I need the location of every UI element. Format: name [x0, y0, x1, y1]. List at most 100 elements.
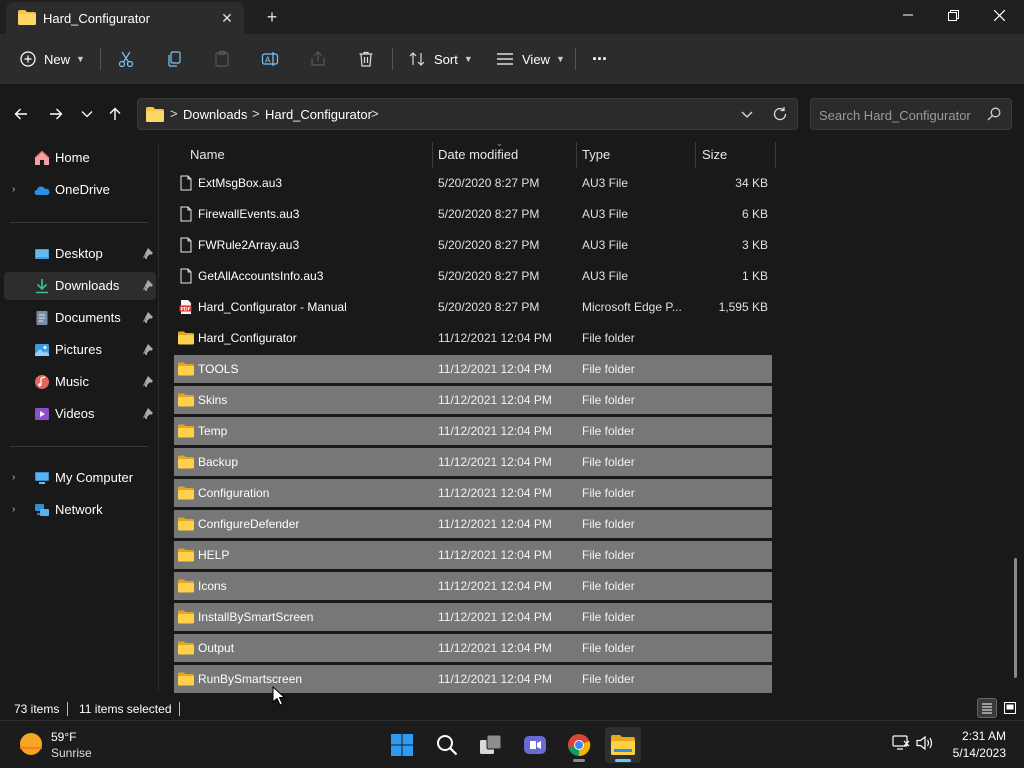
breadcrumb-separator[interactable]: >: [170, 106, 178, 121]
network-status-icon[interactable]: [892, 735, 910, 751]
up-button[interactable]: [104, 103, 126, 125]
rename-button[interactable]: A: [261, 44, 279, 74]
more-options-button[interactable]: ...: [592, 44, 607, 74]
file-row[interactable]: GetAllAccountsInfo.au3 5/20/2020 8:27 PM A…: [174, 262, 772, 290]
vertical-scrollbar[interactable]: [1014, 558, 1017, 678]
details-view-button[interactable]: [977, 698, 997, 718]
teams-chat-button[interactable]: [517, 727, 553, 763]
expand-chevron-icon[interactable]: ›: [12, 472, 15, 483]
search-input[interactable]: [819, 105, 979, 125]
restore-button[interactable]: [930, 0, 976, 30]
sort-button[interactable]: Sort ▼: [408, 44, 473, 74]
file-row[interactable]: Configuration 11/12/2021 12:04 PM File fol…: [174, 479, 772, 507]
file-row[interactable]: ExtMsgBox.au3 5/20/2020 8:27 PM AU3 File 34…: [174, 169, 772, 197]
breadcrumb-separator[interactable]: >: [252, 106, 260, 121]
breadcrumb-separator[interactable]: >: [371, 106, 379, 121]
clock-date[interactable]: 5/14/2023: [940, 746, 1006, 760]
file-row[interactable]: Skins 11/12/2021 12:04 PM File folder: [174, 386, 772, 414]
delete-button[interactable]: [357, 44, 375, 74]
file-row[interactable]: PDF Hard_Configurator - Manual 5/20/2020 8…: [174, 293, 772, 321]
close-window-button[interactable]: [976, 0, 1022, 30]
copy-button[interactable]: [165, 44, 183, 74]
file-type: Microsoft Edge P...: [582, 300, 682, 314]
file-type: AU3 File: [582, 176, 629, 190]
chevron-down-icon[interactable]: [740, 107, 754, 121]
new-tab-button[interactable]: +: [262, 7, 282, 27]
file-row[interactable]: Icons 11/12/2021 12:04 PM File folder: [174, 572, 772, 600]
volume-icon[interactable]: [916, 735, 934, 751]
column-separator[interactable]: [775, 142, 776, 168]
column-header-name[interactable]: Name: [190, 147, 225, 162]
new-label: New: [44, 51, 71, 67]
search-box[interactable]: [810, 98, 1012, 130]
sidebar-item-my-computer[interactable]: › My Computer: [4, 464, 156, 492]
sidebar-item-pictures[interactable]: Pictures: [4, 336, 156, 364]
pane-divider[interactable]: [158, 144, 159, 692]
column-separator[interactable]: [695, 142, 696, 168]
forward-button[interactable]: [45, 103, 67, 125]
expand-chevron-icon[interactable]: ›: [12, 504, 15, 515]
breadcrumb-hard-configurator[interactable]: Hard_Configurator: [265, 107, 372, 122]
pin-icon[interactable]: [142, 247, 154, 259]
column-header-type[interactable]: Type: [582, 147, 610, 162]
sidebar-item-desktop[interactable]: Desktop: [4, 240, 156, 268]
pin-icon[interactable]: [142, 279, 154, 291]
recent-locations-button[interactable]: [76, 103, 98, 125]
sidebar-item-videos[interactable]: Videos: [4, 400, 156, 428]
sidebar-item-label: My Computer: [55, 470, 134, 485]
refresh-icon[interactable]: [772, 106, 788, 122]
sidebar-item-home[interactable]: Home: [4, 144, 156, 172]
pin-icon[interactable]: [142, 375, 154, 387]
file-date-modified: 5/20/2020 8:27 PM: [438, 238, 540, 252]
file-row[interactable]: RunBySmartscreen 11/12/2021 12:04 PM File …: [174, 665, 772, 693]
file-row[interactable]: Hard_Configurator 11/12/2021 12:04 PM File…: [174, 324, 772, 352]
file-row[interactable]: Temp 11/12/2021 12:04 PM File folder: [174, 417, 772, 445]
file-row[interactable]: Output 11/12/2021 12:04 PM File folder: [174, 634, 772, 662]
taskbar-search-button[interactable]: [429, 727, 465, 763]
expand-chevron-icon[interactable]: ›: [12, 184, 15, 195]
column-header-date[interactable]: Date modified: [438, 147, 518, 162]
clock-time[interactable]: 2:31 AM: [950, 729, 1006, 743]
file-date-modified: 11/12/2021 12:04 PM: [438, 486, 552, 500]
file-name: TOOLS: [198, 362, 239, 376]
file-row[interactable]: ConfigureDefender 11/12/2021 12:04 PM File…: [174, 510, 772, 538]
paste-button[interactable]: [213, 44, 231, 74]
sidebar-item-downloads[interactable]: Downloads: [4, 272, 156, 300]
sidebar-item-documents[interactable]: Documents: [4, 304, 156, 332]
large-icons-view-button[interactable]: [1000, 698, 1020, 718]
file-row[interactable]: Backup 11/12/2021 12:04 PM File folder: [174, 448, 772, 476]
chrome-button[interactable]: [561, 727, 597, 763]
cut-button[interactable]: [117, 44, 135, 74]
sidebar-item-onedrive[interactable]: › OneDrive: [4, 176, 156, 204]
file-row[interactable]: TOOLS 11/12/2021 12:04 PM File folder: [174, 355, 772, 383]
address-bar[interactable]: > Downloads > Hard_Configurator >: [137, 98, 798, 130]
videos-icon: [35, 408, 49, 420]
sunrise-weather-icon: [20, 733, 42, 755]
task-view-button[interactable]: [473, 727, 509, 763]
breadcrumb-downloads[interactable]: Downloads: [183, 107, 247, 122]
pin-icon[interactable]: [142, 407, 154, 419]
new-button[interactable]: New ▼: [20, 44, 85, 74]
view-button[interactable]: View ▼: [496, 44, 565, 74]
file-explorer-button[interactable]: [605, 727, 641, 763]
column-separator[interactable]: [576, 142, 577, 168]
start-button[interactable]: [384, 727, 420, 763]
file-row[interactable]: HELP 11/12/2021 12:04 PM File folder: [174, 541, 772, 569]
back-button[interactable]: [10, 103, 32, 125]
sidebar-item-network[interactable]: › Network: [4, 496, 156, 524]
close-tab-icon[interactable]: ✕: [218, 9, 236, 27]
file-row[interactable]: InstallBySmartScreen 11/12/2021 12:04 PM F…: [174, 603, 772, 631]
tab-title: Hard_Configurator: [43, 11, 150, 26]
minimize-button[interactable]: [885, 0, 931, 30]
file-row[interactable]: FirewallEvents.au3 5/20/2020 8:27 PM AU3 F…: [174, 200, 772, 228]
pin-icon[interactable]: [142, 343, 154, 355]
folder-icon: [146, 107, 164, 122]
explorer-tab[interactable]: Hard_Configurator ✕: [6, 2, 244, 34]
share-button[interactable]: [309, 44, 327, 74]
column-header-size[interactable]: Size: [702, 147, 727, 162]
sidebar-item-music[interactable]: Music: [4, 368, 156, 396]
pin-icon[interactable]: [142, 311, 154, 323]
file-size: 1,595 KB: [718, 300, 768, 314]
file-row[interactable]: FWRule2Array.au3 5/20/2020 8:27 PM AU3 Fil…: [174, 231, 772, 259]
column-separator[interactable]: [432, 142, 433, 168]
